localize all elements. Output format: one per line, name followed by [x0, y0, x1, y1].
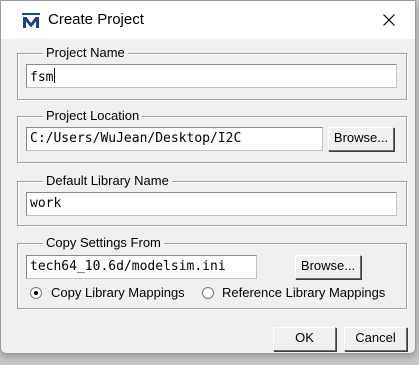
- copy-library-mappings-radio[interactable]: [30, 287, 42, 299]
- project-location-legend: Project Location: [43, 108, 143, 124]
- default-library-input[interactable]: work: [26, 192, 397, 216]
- project-name-value: fsm: [30, 70, 54, 85]
- project-location-browse-button[interactable]: Browse...: [328, 127, 394, 151]
- copy-settings-legend: Copy Settings From: [43, 235, 164, 251]
- create-project-dialog: Create Project Project Name fsm Project …: [0, 0, 416, 354]
- project-name-legend: Project Name: [43, 45, 128, 61]
- close-icon: [383, 14, 395, 26]
- project-location-input[interactable]: C:/Users/WuJean/Desktop/I2C: [26, 127, 323, 151]
- project-name-group: Project Name fsm: [17, 45, 407, 100]
- close-button[interactable]: [369, 5, 409, 35]
- copy-settings-input[interactable]: tech64_10.6d/modelsim.ini: [26, 255, 257, 279]
- radio-selected-dot: [34, 291, 38, 295]
- default-library-group: Default Library Name work: [17, 173, 407, 226]
- modelsim-m-icon: [22, 13, 40, 29]
- default-library-legend: Default Library Name: [43, 173, 172, 189]
- reference-library-mappings-label[interactable]: Reference Library Mappings: [222, 285, 385, 300]
- copy-library-mappings-label[interactable]: Copy Library Mappings: [51, 285, 185, 300]
- window-title: Create Project: [48, 11, 144, 28]
- project-location-group: Project Location C:/Users/WuJean/Desktop…: [17, 108, 407, 163]
- copy-settings-group: Copy Settings From tech64_10.6d/modelsim…: [17, 235, 407, 309]
- cancel-button[interactable]: Cancel: [344, 327, 407, 351]
- ok-button[interactable]: OK: [273, 327, 336, 351]
- project-name-input[interactable]: fsm: [26, 64, 397, 88]
- copy-settings-browse-button[interactable]: Browse...: [295, 255, 361, 279]
- title-bar: Create Project: [1, 1, 415, 39]
- text-caret: [54, 68, 56, 83]
- reference-library-mappings-radio[interactable]: [202, 287, 214, 299]
